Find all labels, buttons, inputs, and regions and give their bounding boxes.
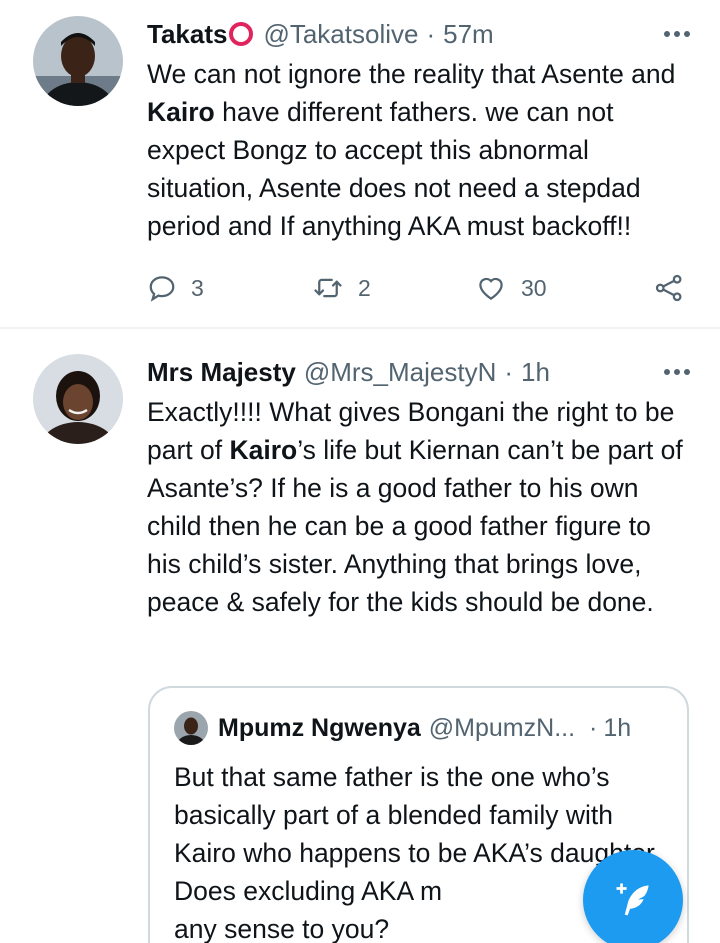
avatar[interactable] xyxy=(33,16,123,106)
reply-icon xyxy=(149,276,175,302)
compose-tweet-button[interactable] xyxy=(583,850,683,943)
tweet-text-part: We can not ignore the reality that Asent… xyxy=(147,59,683,89)
reply-button[interactable]: 3 xyxy=(147,268,204,308)
separator: · xyxy=(504,356,514,387)
tweet-text-part: have different fathers. we can not expec… xyxy=(147,97,648,241)
quoted-tweet-header: Mpumz Ngwenya @MpumzN... · 1h xyxy=(174,710,664,746)
heart-icon xyxy=(479,277,503,300)
divider xyxy=(0,327,720,329)
separator: · xyxy=(589,713,598,742)
more-horizontal-icon[interactable] xyxy=(650,352,690,392)
tweet[interactable]: Takats @Takatsolive · 57m We can not ign… xyxy=(0,0,720,328)
tweet-actions: 3 2 30 xyxy=(147,268,692,308)
tweet-header: Mrs Majesty @Mrs_MajestyN · 1h xyxy=(147,352,690,392)
username[interactable]: @Mrs_MajestyN xyxy=(304,357,497,388)
more-horizontal-icon[interactable] xyxy=(650,14,690,54)
retweet-button[interactable]: 2 xyxy=(312,268,371,308)
tweet-text-bold: Kairo xyxy=(147,97,215,127)
share-icon xyxy=(655,274,682,302)
tweet-text: Exactly!!!! What gives Bongani the right… xyxy=(147,393,692,621)
display-name[interactable]: Takats xyxy=(147,19,227,50)
separator: · xyxy=(426,18,436,49)
like-count: 30 xyxy=(521,274,547,301)
avatar xyxy=(174,711,208,745)
like-button[interactable]: 30 xyxy=(475,268,547,308)
reply-count: 3 xyxy=(191,274,204,301)
quoted-username: @MpumzN... xyxy=(428,713,576,742)
quoted-timestamp: 1h xyxy=(603,713,632,742)
red-circle-emoji xyxy=(229,22,254,46)
quoted-display-name: Mpumz Ngwenya xyxy=(218,713,421,742)
display-name[interactable]: Mrs Majesty xyxy=(147,357,296,388)
avatar[interactable] xyxy=(33,354,123,444)
tweet-header: Takats @Takatsolive · 57m xyxy=(147,14,690,54)
timestamp[interactable]: 57m xyxy=(443,19,494,50)
compose-tweet-icon xyxy=(616,883,649,916)
share-button[interactable] xyxy=(652,268,686,308)
tweet-text: We can not ignore the reality that Asent… xyxy=(147,55,692,245)
username[interactable]: @Takatsolive xyxy=(263,19,418,50)
retweet-count: 2 xyxy=(358,274,371,301)
tweet-text-bold: Kairo xyxy=(229,435,298,465)
timestamp[interactable]: 1h xyxy=(521,357,550,388)
retweet-icon xyxy=(314,278,342,298)
tweet[interactable]: Mrs Majesty @Mrs_MajestyN · 1h Exactly!!… xyxy=(0,330,720,943)
